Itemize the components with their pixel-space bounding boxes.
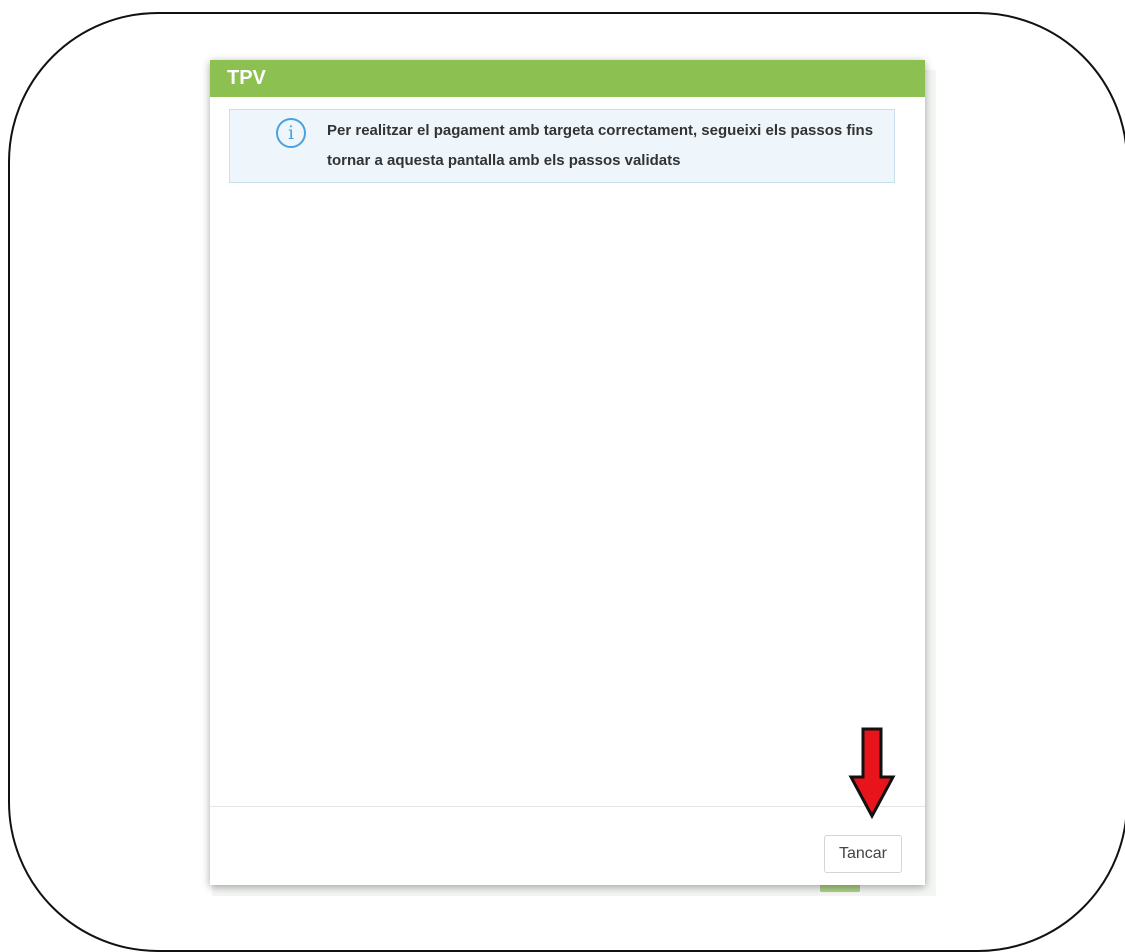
modal-header: TPV [210, 60, 925, 97]
info-message: Per realitzar el pagament amb targeta co… [327, 122, 874, 169]
arrow-down-icon [848, 727, 896, 819]
tpv-modal: TPV i Per realitzar el pagament amb targ… [210, 60, 925, 885]
close-button[interactable]: Tancar [824, 835, 902, 873]
modal-title: TPV [227, 67, 266, 89]
modal-footer-divider [210, 806, 925, 807]
info-alert: i Per realitzar el pagament amb targeta … [229, 109, 895, 183]
info-icon: i [276, 118, 306, 148]
